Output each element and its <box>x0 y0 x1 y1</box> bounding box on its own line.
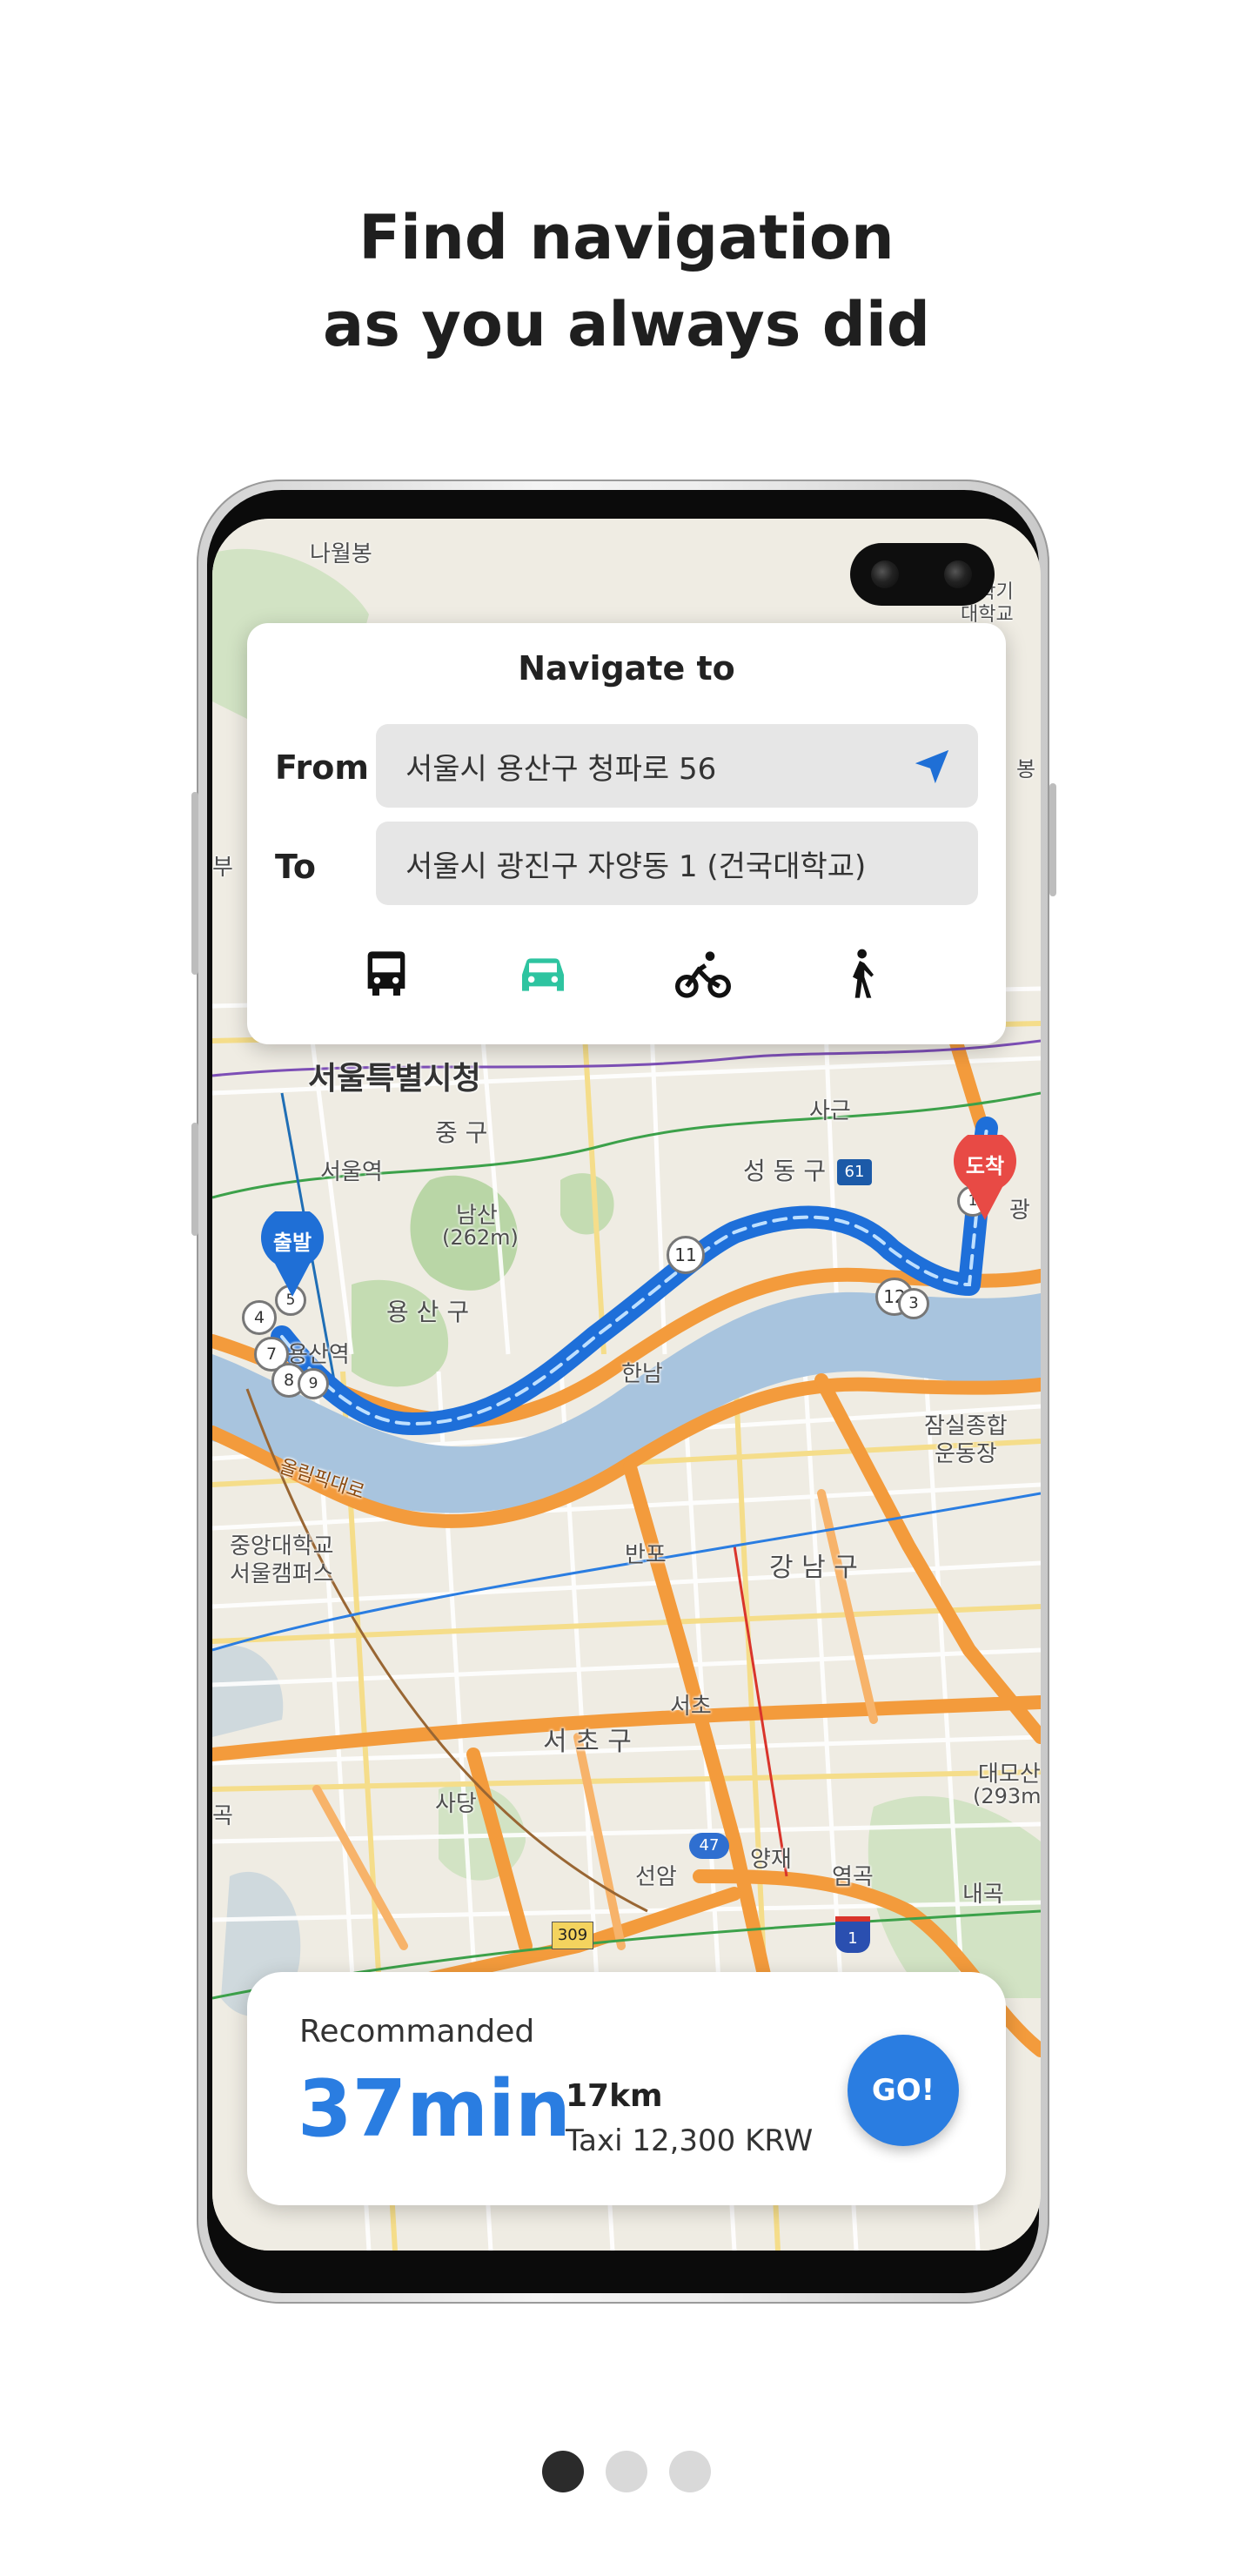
page-indicator <box>0 2451 1253 2494</box>
camera-lens <box>944 560 972 588</box>
route-waypoint[interactable]: 11 <box>667 1236 705 1274</box>
bicycle-icon[interactable] <box>672 947 734 1003</box>
map-label: 서 초 구 <box>543 1727 632 1757</box>
map-label: 용 산 구 <box>386 1298 470 1326</box>
end-marker[interactable]: 도착 <box>952 1130 1018 1222</box>
route-shield: 309 <box>552 1922 593 1949</box>
map-label: (293m) <box>973 1784 1041 1808</box>
route-waypoint[interactable]: 9 <box>298 1368 329 1399</box>
map-label: 서울역 <box>320 1159 383 1185</box>
map-label: 염곡 <box>832 1864 874 1890</box>
start-marker[interactable]: 출발 <box>259 1206 325 1298</box>
page-dot[interactable] <box>606 2451 647 2492</box>
page-dot[interactable] <box>669 2451 712 2492</box>
map-label: 서울특별시청 <box>308 1061 481 1097</box>
recommended-label: Recommanded <box>299 2014 535 2049</box>
headline-line-1: Find navigation <box>358 202 895 273</box>
map-label: 성 동 구 <box>743 1157 827 1185</box>
navigate-card: Navigate to From 서울시 용산구 청파로 56 To 서울시 광… <box>247 623 1006 1044</box>
car-icon[interactable] <box>515 947 571 1003</box>
camera-cutout <box>850 543 995 606</box>
map-label: 선암 <box>635 1864 677 1890</box>
travel-fare: Taxi 12,300 KRW <box>566 2123 814 2158</box>
map-label: 사당 <box>435 1791 477 1817</box>
phone-side-button <box>191 1123 198 1236</box>
headline-line-2: as you always did <box>322 289 931 360</box>
to-field[interactable]: 서울시 광진구 자양동 1 (건국대학교) <box>376 822 978 905</box>
navigate-title: Navigate to <box>518 649 735 688</box>
locate-arrow-icon[interactable] <box>912 747 952 787</box>
phone-screen: 나월봉 명학기 대학교 서울특별시청 중 구 서울역 남산 (262m) 용 산… <box>212 519 1041 2251</box>
recommended-card: Recommanded 37min 17km Taxi 12,300 KRW G… <box>247 1972 1006 2205</box>
camera-lens <box>871 560 899 588</box>
map-label: 강 남 구 <box>769 1553 858 1583</box>
from-field[interactable]: 서울시 용산구 청파로 56 <box>376 724 978 808</box>
travel-time: 37min <box>298 2063 571 2155</box>
map-label: 나월봉 <box>310 541 372 567</box>
map-label: 중 구 <box>435 1118 488 1147</box>
phone-side-button <box>1049 783 1056 896</box>
route-shield: 61 <box>837 1159 872 1185</box>
route-shield: 47 <box>689 1833 729 1859</box>
travel-distance: 17km <box>566 2078 663 2114</box>
route-shield: 1 <box>835 1916 870 1953</box>
map-label: (262m) <box>442 1225 519 1250</box>
go-button[interactable]: GO! <box>848 2035 959 2146</box>
to-field-value: 서울시 광진구 자양동 1 (건국대학교) <box>405 849 867 884</box>
map-label: 양재 <box>750 1847 792 1873</box>
map-label: 서초 <box>670 1694 712 1720</box>
to-label: To <box>275 848 316 886</box>
from-field-value: 서울시 용산구 청파로 56 <box>405 752 717 787</box>
map-label: 반포 <box>625 1542 667 1568</box>
map-label: 부 <box>212 855 233 881</box>
map-label: 운동장 <box>935 1441 997 1467</box>
walk-icon[interactable] <box>832 947 888 1003</box>
map-label: 한남 <box>621 1361 663 1387</box>
page-dot[interactable] <box>541 2451 584 2492</box>
phone-side-button <box>191 792 198 975</box>
route-waypoint[interactable]: 4 <box>242 1300 277 1335</box>
map-label: 사근 <box>809 1098 851 1124</box>
route-waypoint[interactable]: 3 <box>898 1288 929 1319</box>
map-label: 봉 <box>1016 757 1036 782</box>
bus-icon[interactable] <box>358 947 414 1003</box>
map-label: 내곡 <box>962 1882 1004 1908</box>
from-label: From <box>275 748 369 787</box>
map-label: 곡 <box>212 1803 233 1829</box>
map-label: 서울캠퍼스 <box>230 1561 334 1587</box>
